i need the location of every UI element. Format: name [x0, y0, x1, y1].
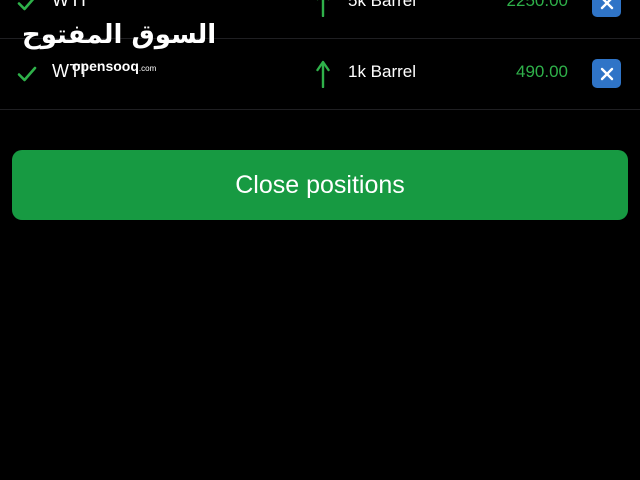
check-icon[interactable] — [16, 0, 38, 14]
position-quantity: 5k Barrel — [348, 0, 417, 10]
positions-screen: WTI 5k Barrel 2250.00 WTI 1k Barrel 490.… — [0, 0, 640, 480]
check-icon[interactable] — [16, 63, 38, 85]
close-x-icon — [600, 0, 613, 9]
position-quantity: 1k Barrel — [348, 62, 417, 81]
position-pnl: 490.00 — [516, 62, 568, 81]
arrow-up-icon — [316, 0, 330, 17]
position-symbol: WTI — [52, 61, 87, 81]
remove-position-button[interactable] — [592, 0, 621, 17]
position-pnl: 2250.00 — [506, 0, 568, 10]
remove-position-button[interactable] — [592, 59, 621, 88]
arrow-up-icon — [316, 60, 330, 88]
position-symbol: WTI — [52, 0, 87, 10]
close-positions-button[interactable]: Close positions — [12, 150, 628, 220]
position-row[interactable]: WTI 1k Barrel 490.00 — [0, 39, 640, 110]
position-row[interactable]: WTI 5k Barrel 2250.00 — [0, 0, 640, 39]
close-x-icon — [600, 67, 613, 80]
